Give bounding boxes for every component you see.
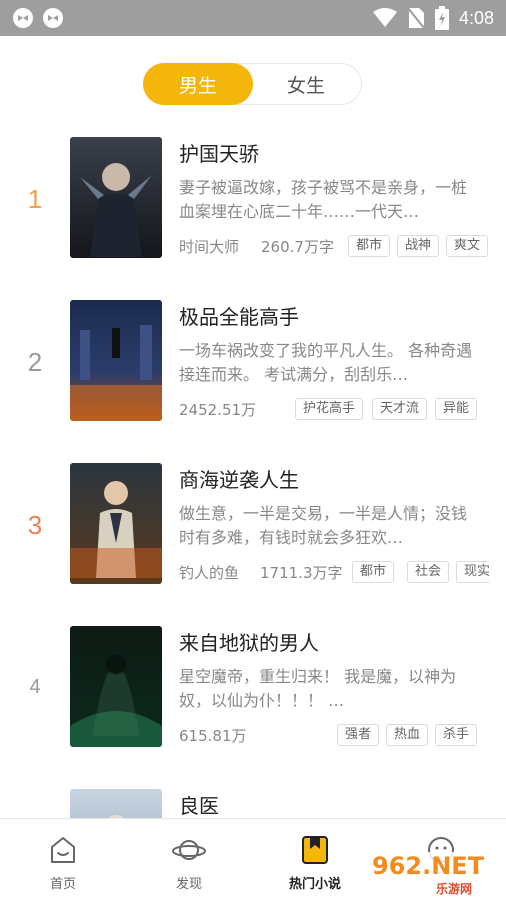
book-tag: 都市 xyxy=(352,561,395,583)
book-title[interactable]: 商海逆袭人生 xyxy=(179,464,299,493)
home-icon xyxy=(51,837,75,863)
book-tag: 战神 xyxy=(397,235,440,257)
book-tag: 爽文 xyxy=(446,235,489,257)
book-item[interactable]: 3 商海逆袭人生 做生意，一半是交易，一半是人情；没钱时有多难，有钱时就会多狂欢… xyxy=(0,456,506,619)
watermark-subtitle: 乐游网 xyxy=(436,882,473,896)
tab-label: 首页 xyxy=(49,877,76,892)
book-tag: 现实 xyxy=(456,561,489,583)
book-cover[interactable] xyxy=(70,300,162,421)
planet-icon xyxy=(172,840,206,860)
book-item[interactable]: 1 护国天骄 妻子被逼改嫁，孩子被骂不是亲身，一桩血案埋在心底二十年……一代天…… xyxy=(0,130,506,293)
rank-number: 1 xyxy=(27,184,43,214)
rank-number: 2 xyxy=(27,347,43,377)
book-meta: 钓人的鱼 1711.3万字 都市 社会 现实 xyxy=(179,560,489,586)
book-cover[interactable] xyxy=(70,463,162,584)
book-title[interactable]: 来自地狱的男人 xyxy=(179,627,319,656)
bookmark-book-icon xyxy=(302,836,328,864)
word-count: 615.81万 xyxy=(179,727,247,745)
tab-label: 热门小说 xyxy=(288,877,341,892)
battery-icon xyxy=(434,6,449,30)
tab-home[interactable]: 首页 xyxy=(0,819,126,901)
word-count: 1711.3万字 xyxy=(260,564,343,582)
tab-hot-novels[interactable]: 热门小说 xyxy=(252,819,378,901)
book-description: 妻子被逼改嫁，孩子被骂不是亲身，一桩血案埋在心底二十年……一代天… xyxy=(179,178,468,221)
book-tag: 护花高手 xyxy=(295,398,364,420)
book-meta: 2452.51万 护花高手 天才流 异能 xyxy=(179,397,489,423)
book-meta: 615.81万 强者 热血 杀手 xyxy=(179,723,489,749)
app-notification-icon xyxy=(13,8,33,28)
book-tag: 杀手 xyxy=(435,724,478,746)
gender-toggle: 男生 女生 xyxy=(143,63,362,105)
book-cover[interactable] xyxy=(70,789,162,818)
book-author: 钓人的鱼 xyxy=(179,564,240,582)
word-count: 2452.51万 xyxy=(179,401,257,419)
tab-discover[interactable]: 发现 xyxy=(126,819,252,901)
book-tag: 热血 xyxy=(386,724,429,746)
book-description: 一场车祸改变了我的平凡人生。 各种奇遇接连而来。 考试满分，刮刮乐… xyxy=(179,341,473,384)
book-title[interactable]: 极品全能高手 xyxy=(179,301,299,330)
book-description: 星空魔帝，重生归来！ 我是魔，以神为奴，以仙为仆！！！ … xyxy=(179,667,457,710)
book-description: 做生意，一半是交易，一半是人情；没钱时有多难，有钱时就会多狂欢… xyxy=(179,504,468,547)
book-tag: 社会 xyxy=(407,561,450,583)
book-tag: 都市 xyxy=(348,235,391,257)
app-notification-icon xyxy=(43,8,63,28)
book-item[interactable]: 2 极品全能高手 一场车祸改变了我的平凡人生。 各种奇遇接连而来。 考试满分，刮… xyxy=(0,293,506,456)
clock: 4:08 xyxy=(458,7,494,28)
book-cover[interactable] xyxy=(70,137,162,258)
tab-female[interactable]: 女生 xyxy=(251,63,361,105)
book-title[interactable]: 良医 xyxy=(179,790,219,818)
book-tag: 异能 xyxy=(435,398,478,420)
no-sim-icon xyxy=(407,7,425,29)
book-item[interactable]: 良医 xyxy=(0,782,506,818)
book-title[interactable]: 护国天骄 xyxy=(179,138,259,167)
book-item[interactable]: 4 来自地狱的男人 星空魔帝，重生归来！ 我是魔，以神为奴，以仙为仆！！！ … … xyxy=(0,619,506,782)
rank-number: 3 xyxy=(27,510,43,540)
word-count: 260.7万字 xyxy=(261,238,334,256)
wifi-icon xyxy=(372,8,397,27)
book-tag: 强者 xyxy=(337,724,380,746)
tab-label: 发现 xyxy=(175,877,202,892)
watermark-brand: 962.NET xyxy=(372,852,485,880)
status-bar: 4:08 xyxy=(0,0,506,36)
book-cover[interactable] xyxy=(70,626,162,747)
book-author: 时间大师 xyxy=(179,238,240,256)
book-list[interactable]: 1 护国天骄 妻子被逼改嫁，孩子被骂不是亲身，一桩血案埋在心底二十年……一代天…… xyxy=(0,130,506,818)
rank-number: 4 xyxy=(29,676,41,698)
tab-male[interactable]: 男生 xyxy=(143,63,253,105)
site-watermark: 962.NET 乐游网 xyxy=(366,846,498,898)
book-meta: 时间大师 260.7万字 都市 战神 爽文 xyxy=(179,234,489,260)
book-tag: 天才流 xyxy=(372,398,428,420)
